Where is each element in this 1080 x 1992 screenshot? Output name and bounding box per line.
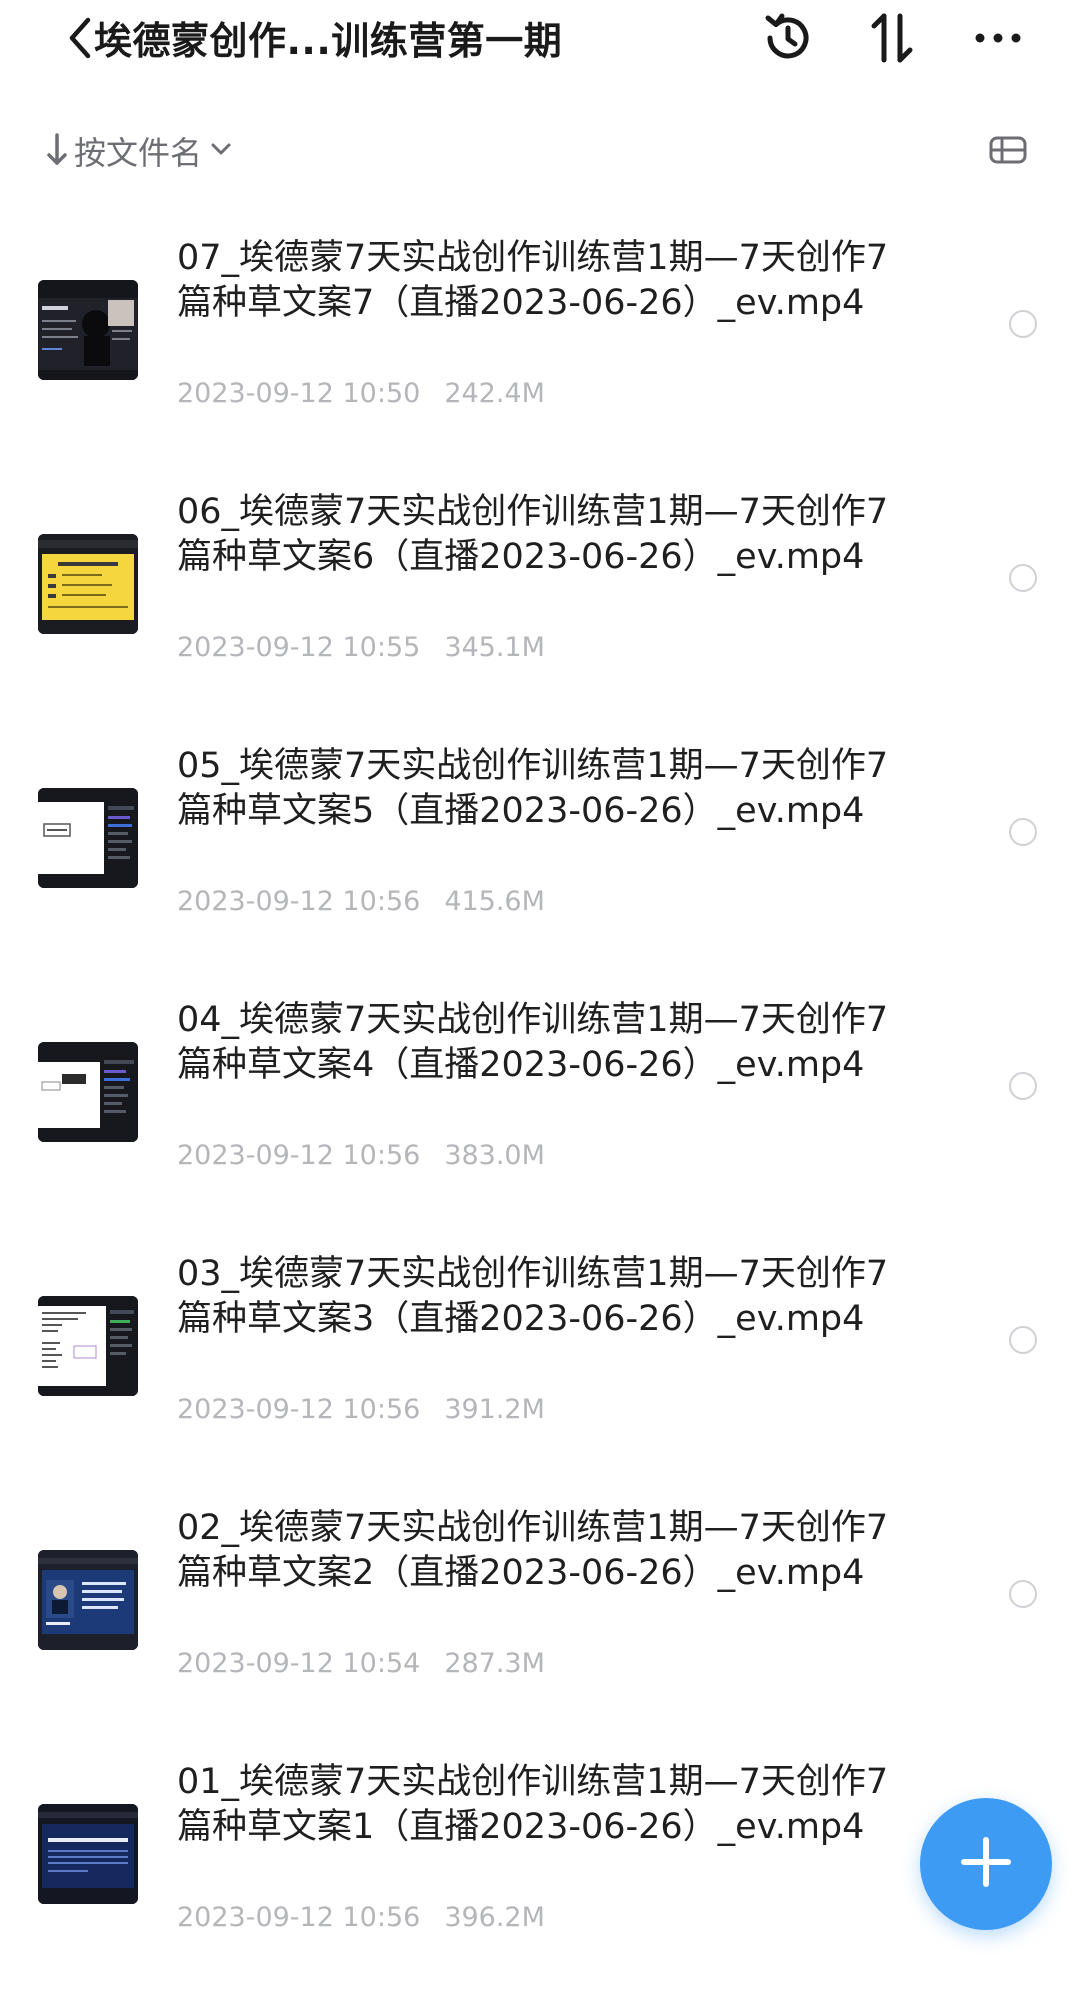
plus-icon bbox=[958, 1834, 1014, 1894]
file-size: 345.1M bbox=[444, 632, 545, 663]
sort-label: 按文件名 bbox=[74, 134, 203, 172]
file-name: 03_埃德蒙7天实战创作训练营1期—7天创作7篇种草文案3（直播2023-06-… bbox=[177, 1254, 889, 1339]
file-row[interactable]: 07_埃德蒙7天实战创作训练营1期—7天创作7篇种草文案7（直播2023-06-… bbox=[0, 214, 1080, 468]
file-row[interactable]: 01_埃德蒙7天实战创作训练营1期—7天创作7篇种草文案1（直播2023-06-… bbox=[0, 1738, 1080, 1992]
page-title: 埃德蒙创作...训练营第一期 bbox=[94, 19, 563, 63]
sort-by-name-toggle[interactable]: 按文件名 bbox=[44, 128, 234, 174]
video-thumbnail bbox=[38, 534, 138, 634]
file-date: 2023-09-12 10:56 bbox=[177, 1140, 421, 1171]
select-radio[interactable] bbox=[1009, 564, 1037, 592]
file-meta: 2023-09-12 10:56 391.2M bbox=[177, 1394, 545, 1425]
file-name: 05_埃德蒙7天实战创作训练营1期—7天创作7篇种草文案5（直播2023-06-… bbox=[177, 746, 889, 831]
file-date: 2023-09-12 10:50 bbox=[177, 378, 421, 409]
history-icon[interactable] bbox=[756, 6, 820, 70]
file-name: 01_埃德蒙7天实战创作训练营1期—7天创作7篇种草文案1（直播2023-06-… bbox=[177, 1762, 889, 1847]
video-thumbnail bbox=[38, 1042, 138, 1142]
file-row[interactable]: 02_埃德蒙7天实战创作训练营1期—7天创作7篇种草文案2（直播2023-06-… bbox=[0, 1484, 1080, 1738]
file-name: 04_埃德蒙7天实战创作训练营1期—7天创作7篇种草文案4（直播2023-06-… bbox=[177, 1000, 889, 1085]
chevron-down-icon bbox=[208, 136, 234, 166]
arrow-down-icon bbox=[44, 129, 70, 173]
video-thumbnail bbox=[38, 788, 138, 888]
file-size: 391.2M bbox=[444, 1394, 545, 1425]
select-radio[interactable] bbox=[1009, 1326, 1037, 1354]
select-radio[interactable] bbox=[1009, 818, 1037, 846]
file-meta: 2023-09-12 10:56 383.0M bbox=[177, 1140, 545, 1171]
file-date: 2023-09-12 10:56 bbox=[177, 1902, 421, 1933]
file-row[interactable]: 05_埃德蒙7天实战创作训练营1期—7天创作7篇种草文案5（直播2023-06-… bbox=[0, 722, 1080, 976]
file-size: 415.6M bbox=[444, 886, 545, 917]
file-name: 06_埃德蒙7天实战创作训练营1期—7天创作7篇种草文案6（直播2023-06-… bbox=[177, 492, 889, 577]
file-meta: 2023-09-12 10:56 415.6M bbox=[177, 886, 545, 917]
file-meta: 2023-09-12 10:50 242.4M bbox=[177, 378, 545, 409]
video-thumbnail bbox=[38, 1804, 138, 1904]
more-icon[interactable] bbox=[966, 6, 1030, 70]
file-size: 242.4M bbox=[444, 378, 545, 409]
file-meta: 2023-09-12 10:54 287.3M bbox=[177, 1648, 545, 1679]
app-header: 埃德蒙创作...训练营第一期 bbox=[0, 0, 1080, 80]
file-row[interactable]: 03_埃德蒙7天实战创作训练营1期—7天创作7篇种草文案3（直播2023-06-… bbox=[0, 1230, 1080, 1484]
file-list: 07_埃德蒙7天实战创作训练营1期—7天创作7篇种草文案7（直播2023-06-… bbox=[0, 214, 1080, 1992]
file-meta: 2023-09-12 10:56 396.2M bbox=[177, 1902, 545, 1933]
add-button[interactable] bbox=[920, 1798, 1052, 1930]
file-date: 2023-09-12 10:55 bbox=[177, 632, 421, 663]
file-date: 2023-09-12 10:56 bbox=[177, 1394, 421, 1425]
list-view-icon[interactable] bbox=[984, 126, 1032, 174]
file-row[interactable]: 06_埃德蒙7天实战创作训练营1期—7天创作7篇种草文案6（直播2023-06-… bbox=[0, 468, 1080, 722]
file-size: 396.2M bbox=[444, 1902, 545, 1933]
file-meta: 2023-09-12 10:55 345.1M bbox=[177, 632, 545, 663]
select-radio[interactable] bbox=[1009, 1580, 1037, 1608]
back-icon[interactable] bbox=[64, 12, 98, 64]
select-radio[interactable] bbox=[1009, 310, 1037, 338]
file-size: 383.0M bbox=[444, 1140, 545, 1171]
video-thumbnail bbox=[38, 1550, 138, 1650]
file-date: 2023-09-12 10:54 bbox=[177, 1648, 421, 1679]
file-row[interactable]: 04_埃德蒙7天实战创作训练营1期—7天创作7篇种草文案4（直播2023-06-… bbox=[0, 976, 1080, 1230]
select-radio[interactable] bbox=[1009, 1072, 1037, 1100]
sort-order-icon[interactable] bbox=[860, 6, 924, 70]
file-name: 07_埃德蒙7天实战创作训练营1期—7天创作7篇种草文案7（直播2023-06-… bbox=[177, 238, 889, 323]
file-name: 02_埃德蒙7天实战创作训练营1期—7天创作7篇种草文案2（直播2023-06-… bbox=[177, 1508, 889, 1593]
file-date: 2023-09-12 10:56 bbox=[177, 886, 421, 917]
sort-bar: 按文件名 bbox=[0, 118, 1080, 182]
file-size: 287.3M bbox=[444, 1648, 545, 1679]
video-thumbnail bbox=[38, 1296, 138, 1396]
video-thumbnail bbox=[38, 280, 138, 380]
